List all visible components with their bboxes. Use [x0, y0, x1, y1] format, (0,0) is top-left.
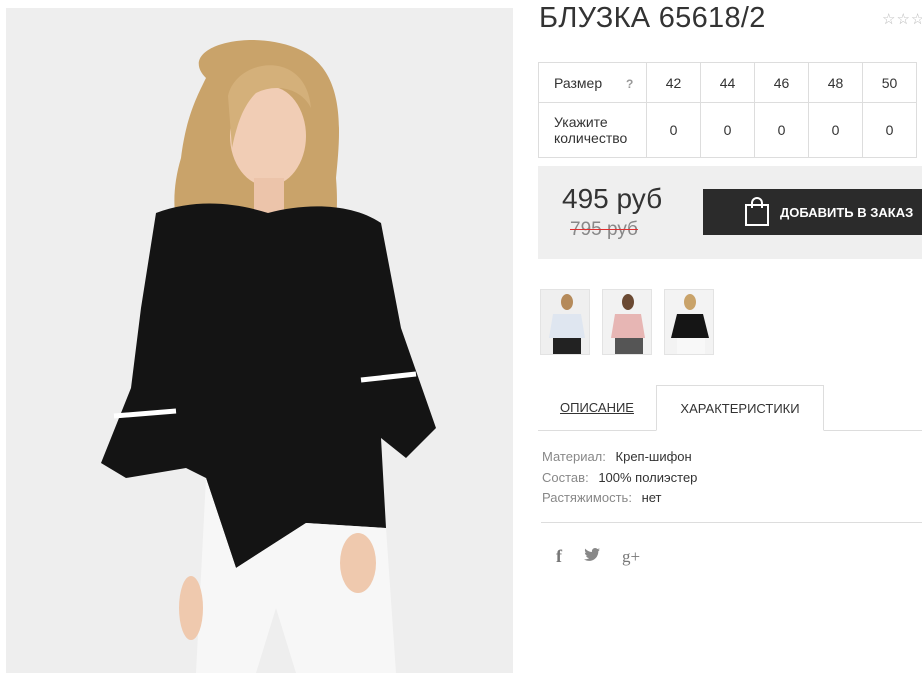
blouse-white-thumbnail[interactable]: [540, 289, 590, 355]
size-42: 42: [646, 62, 701, 103]
twitter-icon[interactable]: [584, 547, 600, 566]
rating-stars[interactable]: ☆☆☆: [882, 10, 922, 28]
divider: [541, 522, 922, 523]
quantity-label-cell: Укажите количество: [538, 102, 647, 158]
facebook-icon[interactable]: f: [556, 546, 562, 567]
shopping-bag-icon: [744, 197, 770, 227]
characteristic-value: Креп-шифон: [615, 449, 692, 464]
characteristics-list: Материал: Креп-шифон Состав: 100% полиэс…: [542, 447, 697, 509]
characteristic-row: Состав: 100% полиэстер: [542, 468, 697, 489]
googleplus-icon[interactable]: g+: [622, 547, 640, 567]
size-48: 48: [808, 62, 863, 103]
size-50: 50: [862, 62, 917, 103]
size-label-cell: Размер ?: [538, 62, 647, 103]
quantity-42[interactable]: 0: [646, 102, 701, 158]
model-illustration: [6, 8, 513, 673]
social-share: f g+: [556, 546, 640, 567]
characteristic-row: Растяжимость: нет: [542, 488, 697, 509]
add-to-order-button[interactable]: ДОБАВИТЬ В ЗАКАЗ: [703, 189, 922, 235]
product-title: БЛУЗКА 65618/2: [539, 2, 766, 34]
characteristic-value: нет: [641, 490, 662, 505]
size-row: Размер ? 42 44 46 48 50: [538, 62, 917, 103]
product-main-photo[interactable]: [6, 8, 513, 673]
characteristic-key: Растяжимость:: [542, 490, 632, 505]
price-panel: 495 руб 795 руб ДОБАВИТЬ В ЗАКАЗ: [538, 166, 922, 259]
blouse-black-thumbnail[interactable]: [664, 289, 714, 355]
size-quantity-table: Размер ? 42 44 46 48 50 Укажите количест…: [538, 62, 917, 158]
quantity-46[interactable]: 0: [754, 102, 809, 158]
tab-description[interactable]: ОПИСАНИЕ: [538, 385, 656, 430]
size-44: 44: [700, 62, 755, 103]
thumbnail-gallery: [540, 289, 714, 355]
quantity-50[interactable]: 0: [862, 102, 917, 158]
tab-characteristics[interactable]: ХАРАКТЕРИСТИКИ: [656, 385, 824, 431]
characteristic-value: 100% полиэстер: [598, 469, 698, 485]
size-label: Размер: [554, 74, 603, 91]
quantity-row: Укажите количество 0 0 0 0 0: [538, 102, 917, 158]
characteristic-key: Материал:: [542, 449, 606, 464]
quantity-label-line2: количество: [554, 130, 628, 146]
quantity-label-line1: Укажите: [554, 114, 608, 130]
characteristic-row: Материал: Креп-шифон: [542, 447, 697, 468]
quantity-44[interactable]: 0: [700, 102, 755, 158]
size-46: 46: [754, 62, 809, 103]
help-icon[interactable]: ?: [626, 77, 633, 91]
quantity-48[interactable]: 0: [808, 102, 863, 158]
add-to-order-label: ДОБАВИТЬ В ЗАКАЗ: [780, 204, 914, 220]
current-price: 495 руб: [562, 183, 663, 214]
characteristic-key: Состав:: [542, 469, 589, 485]
blouse-pink-thumbnail[interactable]: [602, 289, 652, 355]
product-tabs: ОПИСАНИЕ ХАРАКТЕРИСТИКИ: [538, 385, 922, 431]
old-price: 795 руб: [570, 219, 638, 240]
